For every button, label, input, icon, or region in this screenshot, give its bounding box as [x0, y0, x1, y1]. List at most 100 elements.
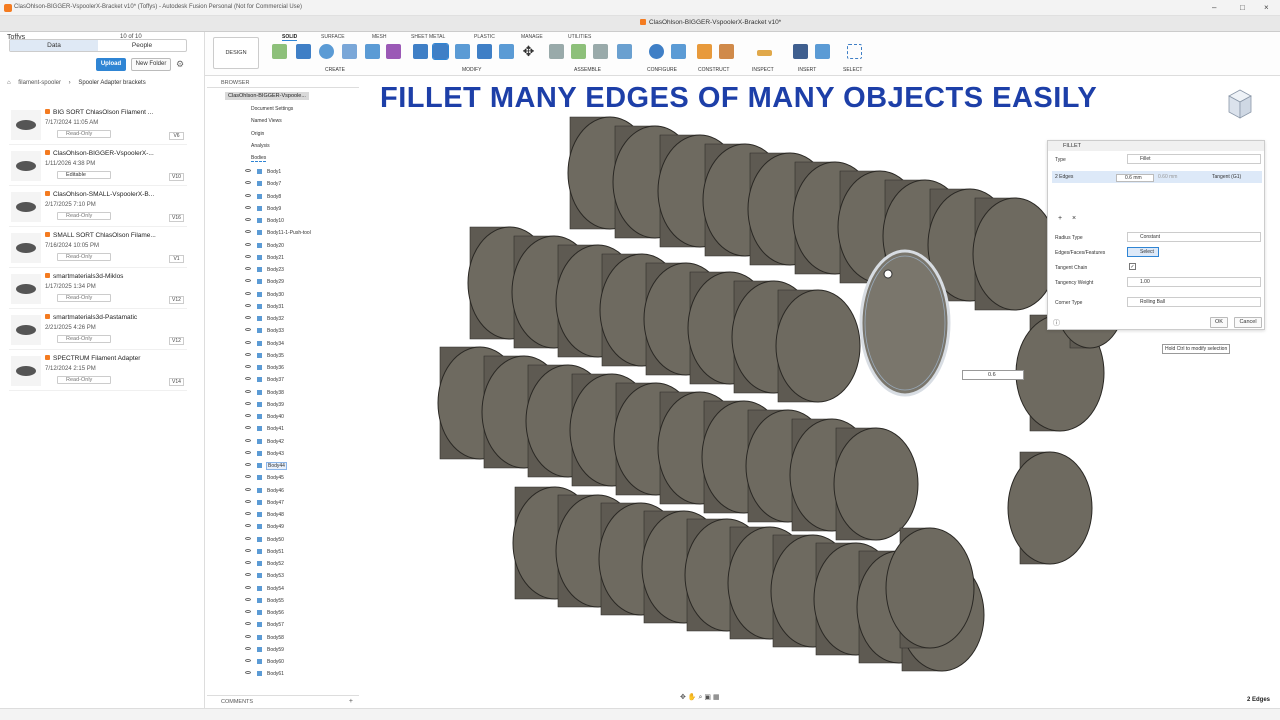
loft-icon[interactable]: [365, 44, 380, 59]
cylinder-face[interactable]: [775, 289, 861, 403]
add-comment-icon[interactable]: +: [349, 696, 353, 708]
body-row[interactable]: Body42: [245, 437, 284, 447]
eye-icon[interactable]: [245, 414, 251, 417]
group-construct[interactable]: CONSTRUCT: [698, 67, 729, 73]
motion-link-icon[interactable]: [617, 44, 632, 59]
body-row[interactable]: Body50: [245, 535, 284, 545]
eye-icon[interactable]: [245, 230, 251, 234]
file-item[interactable]: smartmaterials3d-Pastamatic 2/21/2025 4:…: [9, 313, 187, 350]
browser-folder-bodies[interactable]: Bodies: [251, 155, 267, 162]
eye-icon[interactable]: [245, 475, 251, 479]
file-version[interactable]: V10: [169, 173, 184, 181]
tab-utilities[interactable]: UTILITIES: [568, 34, 591, 40]
file-item[interactable]: ClasOhlson-SMALL-VspoolerX-B... 2/17/202…: [9, 190, 187, 227]
file-version[interactable]: V6: [169, 132, 184, 140]
body-row[interactable]: Body40: [245, 412, 284, 422]
form-icon[interactable]: [386, 44, 401, 59]
eye-icon[interactable]: [245, 218, 251, 221]
pan-icon[interactable]: ✋: [688, 694, 697, 701]
eye-icon[interactable]: [245, 548, 251, 552]
eye-icon[interactable]: [245, 450, 251, 454]
eye-icon[interactable]: [245, 340, 251, 344]
tab-surface[interactable]: SURFACE: [321, 34, 345, 40]
body-row[interactable]: Body45: [245, 473, 284, 483]
cylinder-face[interactable]: [1007, 451, 1093, 565]
body-row[interactable]: Body57: [245, 620, 284, 630]
tab-solid[interactable]: SOLID: [282, 34, 298, 41]
eye-icon[interactable]: [245, 352, 251, 356]
fillet-radius-input[interactable]: 0.6: [962, 370, 1024, 380]
body-row[interactable]: Body30: [245, 290, 284, 300]
maximize-icon[interactable]: □: [1240, 3, 1245, 12]
body-row[interactable]: Body61: [245, 669, 284, 679]
new-folder-button[interactable]: New Folder: [131, 58, 171, 71]
eye-icon[interactable]: [245, 291, 251, 295]
file-version[interactable]: V16: [169, 214, 184, 222]
eye-icon[interactable]: [245, 671, 251, 675]
add-edge-set-icon[interactable]: +: [1058, 215, 1062, 222]
cylinder-right-bottom[interactable]: [885, 527, 975, 649]
eye-icon[interactable]: [245, 365, 251, 368]
document-tab[interactable]: ClasOhlson-BIGGER-VspoolerX-Bracket v10*: [640, 19, 781, 26]
fillet-drag-handle[interactable]: [883, 269, 893, 279]
revolve-icon[interactable]: [319, 44, 334, 59]
browser-folder-named-views[interactable]: Named Views: [251, 118, 282, 124]
body-row[interactable]: Body43: [245, 449, 284, 459]
group-modify[interactable]: MODIFY: [462, 67, 481, 73]
gear-icon[interactable]: ⚙: [176, 59, 184, 70]
eye-icon[interactable]: [245, 401, 251, 405]
group-assemble[interactable]: ASSEMBLE: [574, 67, 601, 73]
cylinder-right-low[interactable]: [1007, 451, 1093, 565]
tab-mesh[interactable]: MESH: [372, 34, 386, 40]
body-row[interactable]: Body11-1-Push-tool: [245, 228, 311, 238]
body-row[interactable]: Body54: [245, 584, 284, 594]
move-icon[interactable]: ✥: [521, 44, 536, 59]
close-icon[interactable]: ×: [1264, 3, 1269, 12]
select-icon[interactable]: [847, 44, 862, 59]
body-row[interactable]: Body9: [245, 204, 281, 214]
eye-icon[interactable]: [245, 536, 251, 540]
eye-icon[interactable]: [245, 205, 251, 209]
breadcrumb-folder[interactable]: filament-spooler: [18, 80, 61, 86]
file-item[interactable]: smartmaterials3d-Miklos 1/17/2025 1:34 P…: [9, 272, 187, 309]
eye-icon[interactable]: [245, 561, 251, 564]
tab-plastic[interactable]: PLASTIC: [474, 34, 495, 40]
body-row[interactable]: Body59: [245, 645, 284, 655]
body-row[interactable]: Body7: [245, 179, 281, 189]
eye-icon[interactable]: [245, 279, 251, 283]
eye-icon[interactable]: [245, 512, 251, 515]
breadcrumb-current[interactable]: Spooler Adapter brackets: [78, 80, 145, 86]
cylinder-face[interactable]: [833, 427, 919, 541]
offset-plane-icon[interactable]: [697, 44, 712, 59]
body-row[interactable]: Body8: [245, 192, 281, 202]
body-row[interactable]: Body33: [245, 326, 284, 336]
eye-icon[interactable]: [245, 487, 251, 491]
eye-icon[interactable]: [245, 659, 251, 662]
eye-icon[interactable]: [245, 426, 251, 430]
create-sketch-icon[interactable]: [272, 44, 287, 59]
insert-image-icon[interactable]: [815, 44, 830, 59]
cylinder-face[interactable]: [972, 197, 1058, 311]
body-row[interactable]: Body36: [245, 363, 284, 373]
combine-icon[interactable]: [499, 44, 514, 59]
remove-edge-set-icon[interactable]: ×: [1072, 215, 1076, 222]
tab-data[interactable]: Data: [10, 40, 98, 51]
ok-button[interactable]: OK: [1210, 317, 1228, 328]
as-built-joint-icon[interactable]: [593, 44, 608, 59]
eye-icon[interactable]: [245, 524, 251, 528]
tangency-weight-input[interactable]: 1.00: [1127, 277, 1261, 287]
tab-people[interactable]: People: [98, 40, 186, 51]
body-row[interactable]: Body47: [245, 498, 284, 508]
file-item[interactable]: ClasOhlson-BIGGER-VspoolerX-... 1/11/202…: [9, 149, 187, 186]
chamfer-icon[interactable]: [455, 44, 470, 59]
eye-icon[interactable]: [245, 463, 251, 466]
body-row[interactable]: Body49: [245, 522, 284, 532]
tangent-chain-checkbox[interactable]: ✓: [1129, 263, 1136, 270]
body-row[interactable]: Body44: [245, 461, 287, 471]
eye-icon[interactable]: [245, 438, 251, 442]
file-item[interactable]: BIG SORT ChlasOlson Filament ... 7/17/20…: [9, 108, 187, 145]
cylinder-face[interactable]: [885, 527, 975, 649]
body-row[interactable]: Body31: [245, 302, 284, 312]
insert-svg-icon[interactable]: [793, 44, 808, 59]
body-row[interactable]: Body21: [245, 253, 284, 263]
